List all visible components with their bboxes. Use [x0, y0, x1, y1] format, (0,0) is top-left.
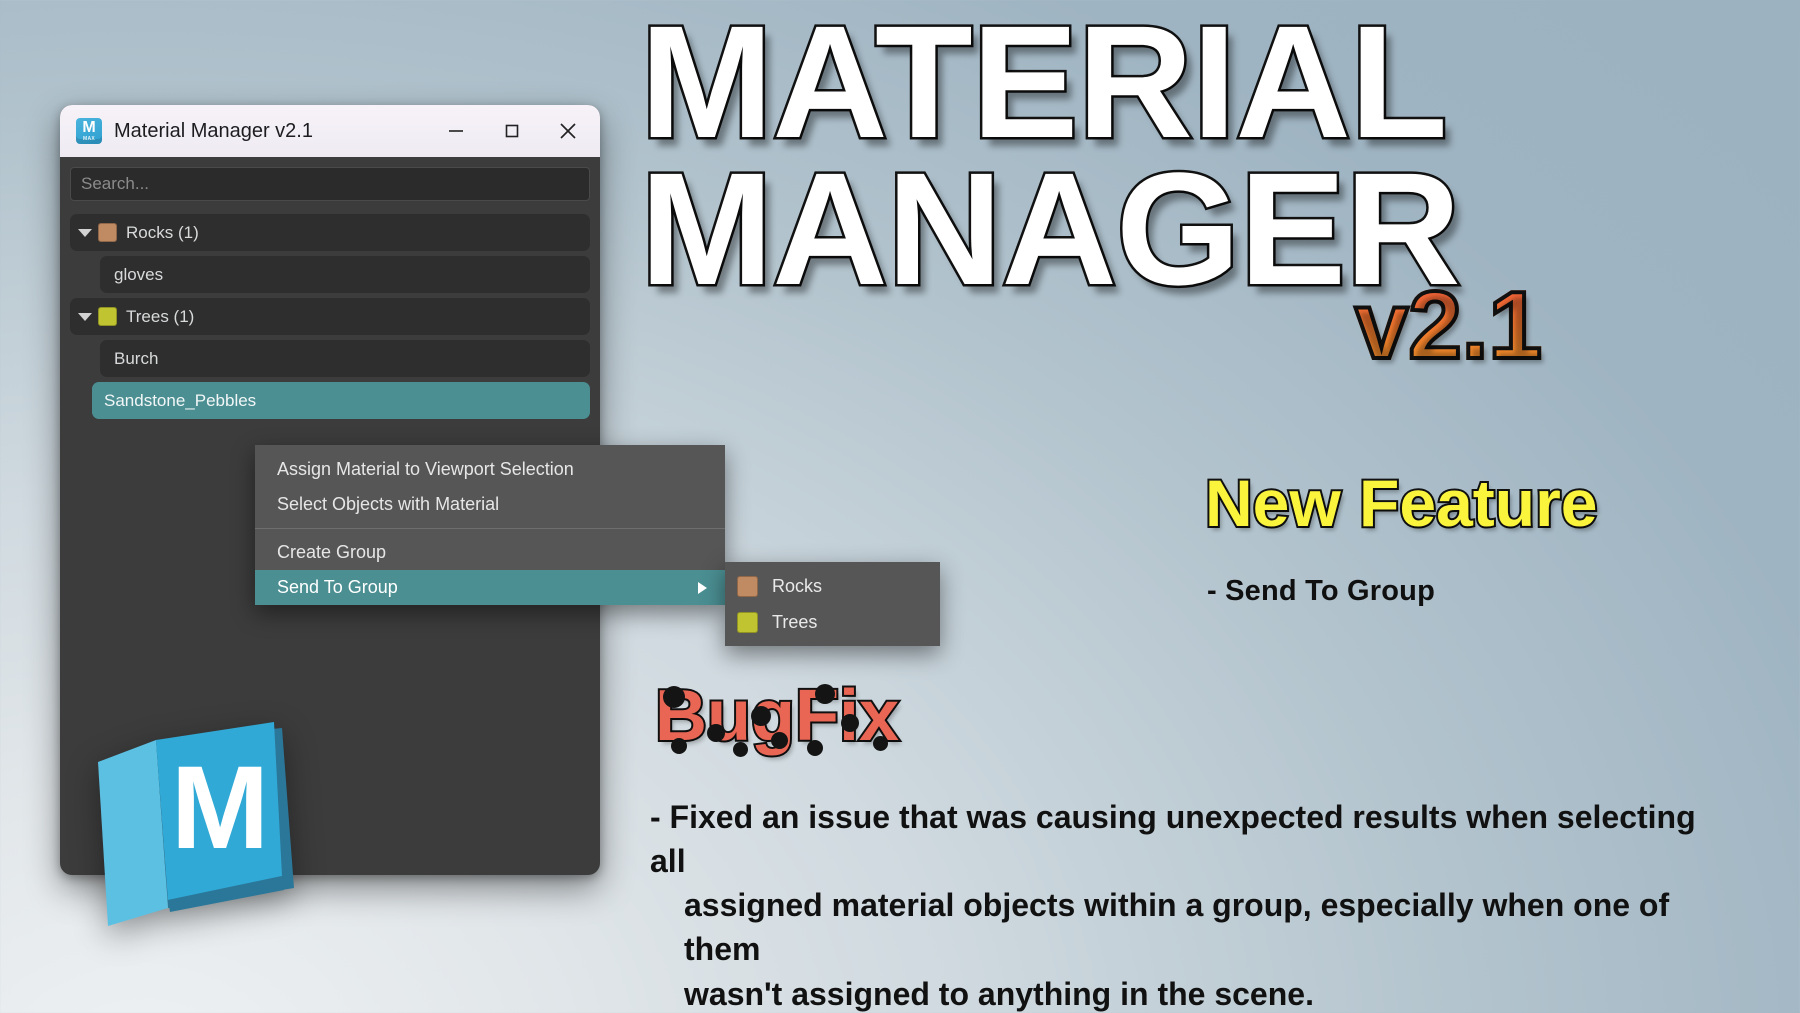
send-to-group-submenu: Rocks Trees — [725, 562, 940, 646]
menu-item-label: Create Group — [277, 542, 387, 562]
submenu-item-trees[interactable]: Trees — [725, 604, 940, 640]
menu-item-create-group[interactable]: Create Group — [255, 535, 725, 570]
chevron-right-icon — [698, 581, 707, 594]
promo-bugfix-title: BugFix — [653, 676, 901, 756]
tree-item-burch[interactable]: Burch — [100, 340, 590, 377]
menu-separator — [255, 528, 725, 529]
group-color-swatch-trees — [737, 611, 758, 633]
minimize-button[interactable] — [428, 106, 484, 156]
menu-item-send-to-group[interactable]: Send To Group — [255, 570, 725, 605]
promo-headline: MATERIAL MANAGER — [638, 0, 1464, 319]
tree-group-rocks[interactable]: Rocks (1) — [70, 214, 590, 251]
promo-feature-note: - Send To Group — [1207, 575, 1435, 607]
group-color-swatch-trees — [98, 307, 117, 326]
menu-item-select-objects[interactable]: Select Objects with Material — [255, 487, 725, 522]
search-input[interactable]: Search... — [70, 167, 590, 201]
tree-item-label-gloves: gloves — [114, 264, 164, 284]
menu-item-label: Select Objects with Material — [277, 494, 500, 514]
window-title: Material Manager v2.1 — [114, 119, 313, 142]
menu-item-label: Assign Material to Viewport Selection — [277, 459, 574, 479]
minimize-icon — [449, 130, 463, 132]
menu-item-assign-material[interactable]: Assign Material to Viewport Selection — [255, 452, 725, 487]
group-color-swatch-rocks — [737, 575, 758, 597]
tree-item-gloves[interactable]: gloves — [100, 256, 590, 293]
tree-item-label-burch: Burch — [114, 348, 159, 368]
group-color-swatch-rocks — [98, 223, 117, 242]
material-tree: Rocks (1) gloves Trees (1) Burch Sandsto… — [70, 214, 590, 419]
bugfix-line: wasn't assigned to anything in the scene… — [684, 975, 1314, 1012]
promo-headline-line2: MANAGER — [638, 139, 1464, 319]
close-button[interactable] — [540, 106, 596, 156]
bugfix-line: assigned material objects within a group… — [684, 887, 1670, 968]
window-titlebar[interactable]: M MAX Material Manager v2.1 — [60, 105, 600, 157]
chevron-down-icon[interactable] — [72, 312, 98, 321]
promo-version-badge: v2.1 — [1353, 272, 1544, 379]
maximize-button[interactable] — [484, 106, 540, 156]
context-menu: Assign Material to Viewport Selection Se… — [255, 445, 725, 605]
tree-item-sandstone-pebbles[interactable]: Sandstone_Pebbles — [92, 382, 590, 419]
submenu-item-rocks[interactable]: Rocks — [725, 568, 940, 604]
max-icon-sub: MAX — [82, 136, 95, 142]
max-icon-letter: M — [82, 119, 96, 136]
search-placeholder: Search... — [81, 174, 150, 193]
bugfix-line: - Fixed an issue that was causing unexpe… — [650, 799, 1696, 880]
menu-item-label: Send To Group — [277, 577, 398, 597]
submenu-item-label: Trees — [772, 611, 818, 632]
max-logo: M — [98, 722, 294, 926]
tree-group-label-trees: Trees (1) — [126, 306, 195, 326]
max-logo-letter: M — [171, 742, 269, 874]
chevron-down-icon[interactable] — [72, 228, 98, 237]
promo-bugfix-list: - Fixed an issue that was causing unexpe… — [650, 795, 1740, 1013]
promo-new-feature-title: New Feature — [1203, 466, 1599, 540]
submenu-item-label: Rocks — [772, 575, 823, 596]
tree-group-trees[interactable]: Trees (1) — [70, 298, 590, 335]
tree-group-label-rocks: Rocks (1) — [126, 222, 199, 242]
tree-item-label-sandstone-pebbles: Sandstone_Pebbles — [104, 390, 257, 410]
maximize-icon — [505, 124, 519, 138]
max-logo-icon: M MAX — [76, 118, 102, 144]
close-icon — [560, 123, 576, 139]
